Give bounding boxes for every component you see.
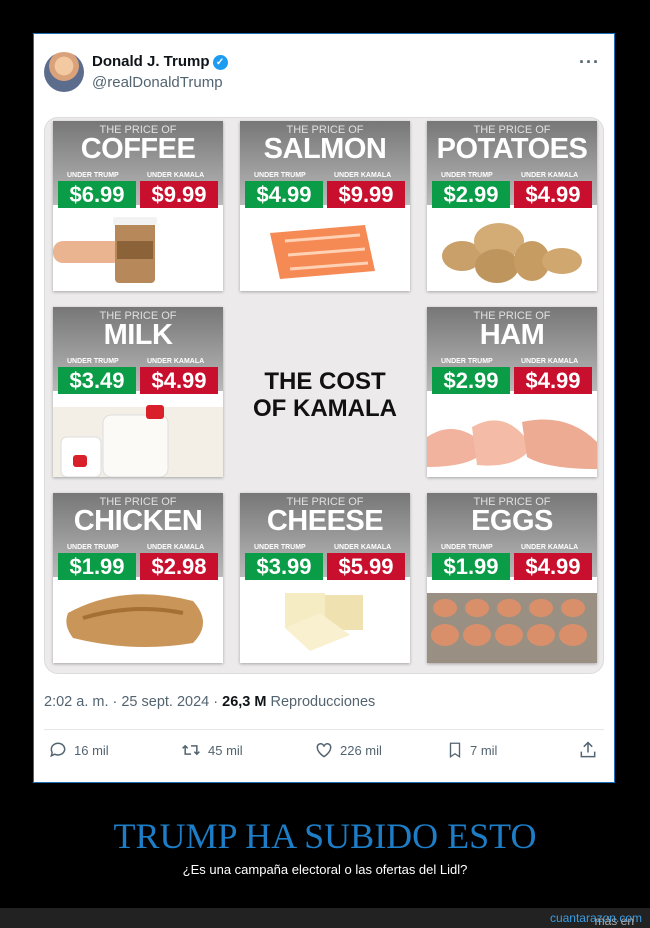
price-trump: $2.99 xyxy=(432,367,510,394)
potatoes-image xyxy=(442,223,582,283)
milk-jugs-image xyxy=(53,405,223,477)
price-trump: $3.99 xyxy=(245,553,323,580)
price-kamala: $5.99 xyxy=(327,553,405,580)
price-kamala: $2.98 xyxy=(140,553,218,580)
like-button[interactable]: 226 mil xyxy=(314,740,382,760)
price-card-milk: THE PRICE OF MILK UNDER TRUMP UNDER KAMALA… xyxy=(53,307,223,477)
reply-icon xyxy=(50,742,66,758)
price-card-chicken: THE PRICE OF CHICKEN UNDER TRUMP UNDER KAM… xyxy=(53,493,223,663)
price-card-ham: THE PRICE OF HAM UNDER TRUMP UNDER KAMALA … xyxy=(427,307,597,477)
site-footer: más en cuantarazon.com xyxy=(0,908,650,928)
tweet-card: Donald J. Trump ✓ @realDonaldTrump ··· TH… xyxy=(33,33,615,783)
coffee-cup-image xyxy=(53,217,157,283)
ham-slices-image xyxy=(427,419,597,469)
item-name: CHEESE xyxy=(266,505,384,537)
reply-button[interactable]: 16 mil xyxy=(48,740,109,760)
price-trump: $3.49 xyxy=(58,367,136,394)
cheese-cubes-image xyxy=(285,593,363,651)
eggs-carton-image xyxy=(427,593,597,663)
bookmark-button[interactable]: 7 mil xyxy=(446,740,497,760)
tweet-image[interactable]: THE PRICE OF COFFEE UNDER TRUMP UNDER KAMA… xyxy=(44,117,604,674)
timestamp[interactable]: 2:02 a. m. · 25 sept. 2024 · xyxy=(44,694,222,710)
share-icon xyxy=(580,741,596,758)
item-name: SALMON xyxy=(263,133,387,165)
price-trump: $6.99 xyxy=(58,181,136,208)
post-subtitle: ¿Es una campaña electoral o las ofertas … xyxy=(182,862,468,877)
bookmark-icon xyxy=(449,742,461,759)
price-trump: $2.99 xyxy=(432,181,510,208)
price-kamala: $4.99 xyxy=(514,553,592,580)
price-kamala: $9.99 xyxy=(140,181,218,208)
salmon-image xyxy=(270,225,375,279)
price-card-potatoes: THE PRICE OF POTATOES UNDER TRUMP UNDER KA… xyxy=(427,121,597,291)
chicken-breast-image xyxy=(66,594,203,647)
price-trump: $4.99 xyxy=(245,181,323,208)
item-name: POTATOES xyxy=(436,133,588,165)
price-card-cheese: THE PRICE OF CHEESE UNDER TRUMP UNDER KAMA… xyxy=(240,493,410,663)
center-title: THE COST OF KAMALA xyxy=(253,368,397,422)
item-name: COFFEE xyxy=(80,133,196,165)
price-kamala: $9.99 xyxy=(327,181,405,208)
item-name: EGGS xyxy=(471,505,553,537)
heart-icon xyxy=(316,742,332,758)
view-count: 26,3 M xyxy=(222,694,267,710)
post-headline: TRUMP HA SUBIDO ESTO xyxy=(113,816,537,856)
tweet-meta: 2:02 a. m. · 25 sept. 2024 · 26,3 M Repr… xyxy=(44,694,375,710)
price-card-eggs: THE PRICE OF EGGS UNDER TRUMP UNDER KAMALA… xyxy=(427,493,597,663)
views-label: Reproducciones xyxy=(270,694,376,710)
price-trump: $1.99 xyxy=(58,553,136,580)
price-card-coffee: THE PRICE OF COFFEE UNDER TRUMP UNDER KAMA… xyxy=(53,121,223,291)
divider xyxy=(44,729,604,730)
price-kamala: $4.99 xyxy=(514,367,592,394)
avatar[interactable] xyxy=(44,52,84,92)
more-options-icon[interactable]: ··· xyxy=(579,52,600,73)
author-name[interactable]: Donald J. Trump ✓ xyxy=(92,53,228,70)
price-trump: $1.99 xyxy=(432,553,510,580)
retweet-button[interactable]: 45 mil xyxy=(180,740,243,760)
price-kamala: $4.99 xyxy=(140,367,218,394)
price-card-salmon: THE PRICE OF SALMON UNDER TRUMP UNDER KAMA… xyxy=(240,121,410,291)
verified-badge-icon: ✓ xyxy=(212,55,228,70)
price-kamala: $4.99 xyxy=(514,181,592,208)
item-name: CHICKEN xyxy=(73,505,203,537)
item-name: MILK xyxy=(103,319,173,351)
item-name: HAM xyxy=(479,319,545,351)
retweet-icon xyxy=(182,744,200,756)
author-handle[interactable]: @realDonaldTrump xyxy=(92,74,223,91)
share-button[interactable] xyxy=(578,740,598,760)
